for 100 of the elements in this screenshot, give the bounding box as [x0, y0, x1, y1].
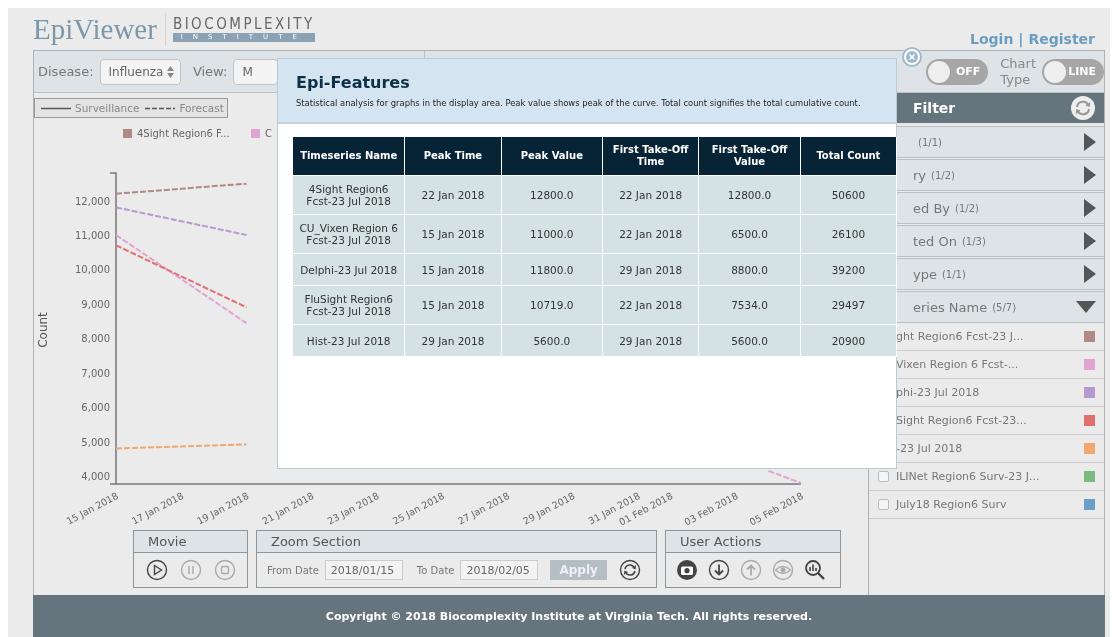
camera-icon[interactable] [676, 559, 698, 581]
register-link[interactable]: Register [1028, 31, 1095, 47]
chart-search-icon[interactable] [804, 559, 826, 581]
footer-text: Copyright © 2018 Biocomplexity Institute at Virginia Tech. All rights reserved. [325, 609, 813, 623]
series-name: Sight Region6 Fcst-23... [896, 414, 1027, 427]
separator: | [1018, 31, 1024, 47]
tick-label: 11,000 [75, 230, 110, 241]
dialog-description: Statistical analysis for graphs in the display area. Peak value shows peak of the curve. Total count signifies the total cumulative count. [296, 98, 862, 108]
axis-title: Count [36, 312, 50, 348]
column-header: First Take-Off Time [602, 137, 699, 176]
download-icon[interactable] [708, 559, 730, 581]
section-count: (1/2) [931, 169, 955, 181]
table-cell: 50600 [800, 175, 897, 215]
table-cell: 29497 [800, 285, 897, 325]
table-cell: 29 Jan 2018 [404, 324, 501, 357]
tick-label: 5,000 [81, 436, 110, 448]
table-cell: 11000.0 [501, 214, 603, 254]
section-label: ted On [913, 233, 957, 249]
column-header: Peak Time [404, 137, 501, 176]
disease-select[interactable]: Influenza [99, 58, 181, 85]
table-cell: 11800.0 [501, 253, 603, 286]
table-cell: 22 Jan 2018 [404, 175, 501, 215]
filter-title: Filter [913, 100, 956, 116]
table-cell: 20900 [800, 324, 897, 357]
field-label: From Date [267, 564, 319, 576]
toggle-switch[interactable]: LINE [1042, 58, 1104, 85]
table-cell: 15 Jan 2018 [404, 214, 501, 254]
table-cell: 39200 [800, 253, 897, 286]
column-header: Peak Value [501, 137, 603, 176]
table-cell: 5600.0 [501, 324, 603, 357]
section-label: ry [913, 167, 927, 183]
legend-label: Surveillance [75, 102, 140, 114]
section-count: (1/3) [961, 235, 986, 247]
refresh-icon[interactable] [618, 559, 641, 581]
table-cell: 8800.0 [698, 253, 801, 286]
section-count: (1/1) [941, 268, 966, 280]
table-cell: 4Sight Region6 Fcst-23 Jul 2018 [292, 175, 405, 215]
app-title: EpiViewer [33, 12, 166, 46]
table-cell: CU_Vixen Region 6 Fcst-23 Jul 2018 [292, 214, 405, 254]
dialog-title: Epi-Features [296, 73, 411, 92]
table-cell: 29 Jan 2018 [602, 324, 699, 357]
tick-label: 6,000 [81, 402, 110, 414]
table-cell: 22 Jan 2018 [602, 214, 699, 254]
table-cell: 26100 [800, 214, 897, 254]
refresh-icon[interactable] [1070, 95, 1096, 121]
section-label: ed By [913, 200, 950, 216]
series-name: ght Region6 Fcst-23 J... [896, 330, 1024, 343]
series-name: -23 Jul 2018 [896, 442, 963, 455]
disease-label: Disease: [38, 64, 94, 79]
table-cell: 22 Jan 2018 [602, 285, 699, 325]
legend-label: C [265, 127, 272, 139]
series-name: phi-23 Jul 2018 [896, 386, 980, 399]
tick-label: 8,000 [81, 333, 110, 345]
series-name: ILINet Region6 Surv-23 J... [896, 470, 1040, 483]
updown-icon [166, 65, 174, 78]
column-header: Timeseries Name [292, 137, 405, 176]
panel-title: Zoom Section [257, 531, 656, 553]
table-cell: 5600.0 [698, 324, 801, 357]
table-cell: 12800.0 [698, 175, 801, 215]
toggle-switch[interactable]: OFF [926, 58, 989, 85]
section-count: (5/7) [992, 301, 1017, 313]
view-select[interactable]: M [233, 58, 278, 85]
tick-label: 9,000 [81, 298, 110, 310]
chart-type-label: Chart Type [1000, 55, 1036, 88]
section-count: (1/1) [918, 136, 942, 148]
table-cell: Delphi-23 Jul 2018 [292, 253, 405, 286]
table-cell: Hist-23 Jul 2018 [292, 324, 405, 357]
series-name: July18 Region6 Surv [896, 498, 1007, 511]
date-field[interactable]: 2018/02/05 [460, 560, 539, 580]
dashed-line-icon [145, 106, 176, 110]
panel-title: Movie [134, 531, 247, 553]
legend-label: 4Sight Region6 F... [137, 127, 230, 139]
table-cell: FluSight Region6 Fcst-23 Jul 2018 [292, 285, 405, 325]
logo-text: BIOCOMPLEXITY [172, 16, 315, 33]
checkbox[interactable] [878, 499, 889, 510]
table-cell: 15 Jan 2018 [404, 253, 501, 286]
table-cell: 6500.0 [698, 214, 801, 254]
table-cell: 12800.0 [501, 175, 603, 215]
section-count: (1/2) [955, 202, 979, 214]
table-cell: 22 Jan 2018 [602, 175, 699, 215]
section-label: eries Name [913, 299, 988, 315]
panel-title: User Actions [666, 531, 840, 553]
section-label: ype [913, 266, 937, 282]
column-header: Total Count [800, 137, 897, 176]
login-link[interactable]: Login [970, 31, 1014, 47]
date-field[interactable]: 2018/01/15 [324, 560, 403, 580]
legend-label: Forecast [179, 102, 224, 114]
series-name: Vixen Region 6 Fcst-... [896, 358, 1019, 371]
column-header: First Take-Off Value [698, 137, 801, 176]
tick-label: 10,000 [75, 264, 110, 276]
tick-label: 12,000 [75, 195, 110, 207]
table-cell: 7534.0 [698, 285, 801, 325]
table-cell: 15 Jan 2018 [404, 285, 501, 325]
checkbox[interactable] [878, 471, 889, 482]
field-label: To Date [416, 564, 455, 576]
solid-line-icon [41, 106, 71, 110]
play-icon[interactable] [146, 559, 168, 581]
table-cell: 10719.0 [501, 285, 603, 325]
tick-label: 7,000 [81, 367, 110, 379]
view-label: View: [192, 64, 228, 79]
